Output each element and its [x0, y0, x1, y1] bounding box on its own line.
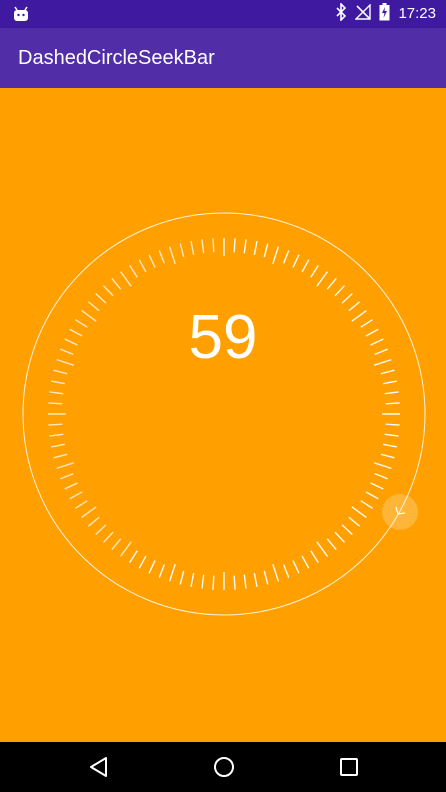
tick-mark — [138, 555, 147, 569]
tick-mark — [365, 491, 379, 500]
tick-mark — [138, 259, 147, 273]
tick-mark — [370, 482, 384, 490]
tick-mark — [212, 575, 215, 590]
tick-mark — [272, 564, 280, 582]
tick-mark — [380, 453, 395, 459]
tick-mark — [53, 453, 68, 459]
tick-mark — [103, 285, 114, 297]
tick-mark — [334, 531, 345, 543]
back-icon — [90, 757, 107, 777]
tick-mark — [253, 240, 258, 256]
tick-mark — [272, 246, 280, 264]
tick-mark — [348, 516, 361, 527]
seekbar-value: 59 — [188, 303, 258, 372]
app-title: DashedCircleSeekBar — [18, 47, 215, 69]
dashed-circle-seekbar[interactable] — [0, 88, 446, 742]
android-icon — [12, 5, 30, 23]
tick-mark — [201, 239, 205, 254]
tick-mark — [243, 574, 247, 589]
tick-mark — [374, 462, 392, 470]
tick-mark — [382, 380, 398, 385]
tick-mark — [179, 243, 185, 258]
status-bar: 17:23 — [0, 0, 446, 28]
tick-mark — [56, 462, 74, 470]
tick-mark — [129, 265, 138, 278]
tick-mark — [129, 550, 138, 563]
tick-mark — [168, 246, 176, 264]
tick-mark — [111, 538, 122, 551]
tick-mark — [49, 433, 64, 437]
tick-mark — [158, 564, 166, 578]
tick-mark — [103, 531, 114, 543]
tick-mark — [282, 564, 290, 578]
tick-mark — [50, 380, 66, 385]
tick-mark — [233, 575, 236, 590]
tick-mark — [292, 560, 300, 574]
tick-mark — [48, 402, 63, 405]
tick-mark — [360, 500, 373, 509]
tick-mark — [158, 250, 166, 264]
tick-mark — [111, 277, 122, 290]
tick-mark — [301, 259, 310, 273]
tick-mark — [301, 555, 310, 569]
tick-mark — [326, 277, 337, 290]
seekbar-thumb[interactable] — [382, 494, 418, 530]
tick-mark — [81, 506, 97, 519]
app-bar: DashedCircleSeekBar — [0, 28, 446, 88]
tick-mark — [49, 391, 64, 395]
home-icon — [214, 757, 234, 777]
tick-mark — [50, 443, 66, 448]
tick-mark — [382, 443, 398, 448]
tick-mark — [384, 391, 399, 395]
tick-mark — [263, 570, 269, 585]
tick-mark — [64, 482, 78, 490]
tick-mark — [190, 240, 195, 256]
tick-mark — [263, 243, 269, 258]
tick-mark — [119, 541, 132, 557]
battery-charging-icon — [379, 2, 390, 26]
tick-mark — [148, 560, 156, 574]
tick-mark — [374, 472, 388, 480]
tick-mark — [233, 238, 236, 253]
tick-mark — [168, 564, 176, 582]
tick-mark — [201, 574, 205, 589]
tick-mark — [384, 433, 399, 437]
tick-mark — [334, 285, 345, 297]
tick-mark — [310, 265, 319, 278]
tick-mark — [282, 250, 290, 264]
tick-mark — [60, 472, 74, 480]
tick-mark — [87, 516, 100, 527]
tick-mark — [385, 402, 400, 405]
home-button[interactable] — [209, 752, 239, 782]
status-time: 17:23 — [398, 5, 436, 22]
tick-mark — [341, 524, 353, 535]
tick-mark — [48, 423, 63, 426]
bluetooth-icon — [335, 1, 347, 26]
tick-mark — [119, 271, 132, 287]
recents-button[interactable] — [334, 752, 364, 782]
tick-mark — [310, 550, 319, 563]
tick-mark — [75, 500, 88, 509]
tick-mark — [326, 538, 337, 551]
tick-mark — [351, 506, 367, 519]
tick-mark — [243, 239, 247, 254]
back-button[interactable] — [84, 752, 114, 782]
tick-mark — [253, 572, 258, 588]
tick-mark — [179, 570, 185, 585]
tick-mark — [316, 271, 329, 287]
tick-ring — [48, 238, 400, 590]
no-signal-icon — [354, 2, 372, 25]
tick-mark — [212, 238, 215, 253]
outer-track-circle — [22, 212, 426, 616]
tick-mark — [385, 423, 400, 426]
tick-mark — [292, 254, 300, 268]
tick-mark — [190, 572, 195, 588]
tick-mark — [316, 541, 329, 557]
navigation-bar — [0, 742, 446, 792]
tick-mark — [69, 491, 83, 500]
recents-icon — [340, 758, 358, 776]
tick-mark — [148, 254, 156, 268]
tick-mark — [95, 524, 107, 535]
